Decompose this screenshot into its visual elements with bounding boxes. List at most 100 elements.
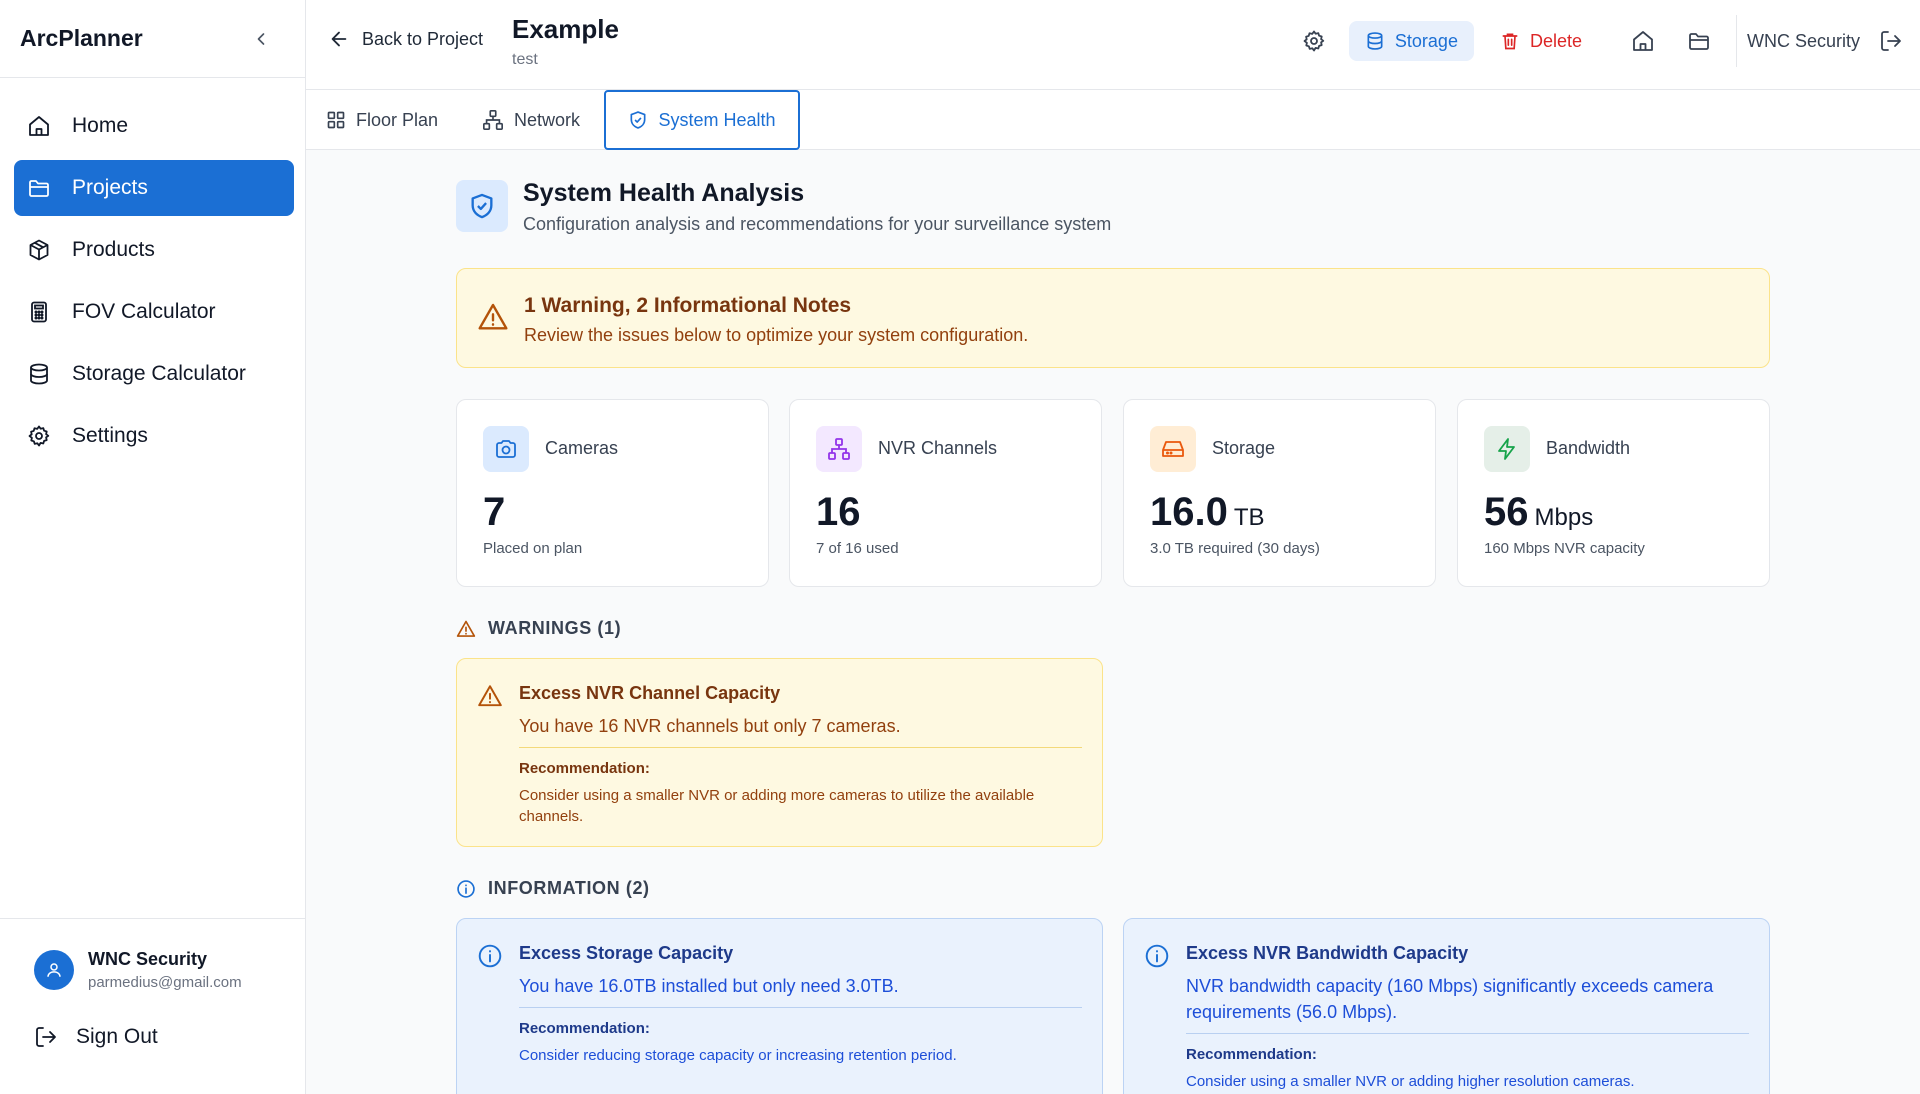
card-value: 7 bbox=[483, 490, 506, 534]
sidebar-item-home[interactable]: Home bbox=[14, 98, 294, 154]
tab-network[interactable]: Network bbox=[482, 90, 580, 150]
stat-cards: Cameras 7 Placed on plan NVR Channels 16… bbox=[456, 399, 1770, 587]
card-subtext: 160 Mbps NVR capacity bbox=[1484, 540, 1645, 557]
grid-icon bbox=[326, 110, 346, 130]
warning-triangle-icon bbox=[456, 619, 476, 639]
sidebar-item-label: Home bbox=[72, 114, 129, 137]
tab-system-health[interactable]: System Health bbox=[604, 90, 800, 150]
stat-card-bandwidth: Bandwidth 56 Mbps 160 Mbps NVR capacity bbox=[1457, 399, 1770, 587]
card-unit: Mbps bbox=[1534, 504, 1594, 531]
health-summary-banner: 1 Warning, 2 Informational Notes Review … bbox=[456, 268, 1770, 368]
avatar bbox=[34, 950, 74, 990]
summary-title: 1 Warning, 2 Informational Notes bbox=[524, 294, 852, 317]
issue-title: Excess NVR Channel Capacity bbox=[519, 683, 781, 703]
info-icon bbox=[456, 879, 476, 899]
info-card: Excess NVR Bandwidth Capacity NVR bandwi… bbox=[1123, 918, 1770, 1094]
settings-button[interactable] bbox=[1293, 20, 1335, 62]
card-value: 56 Mbps bbox=[1484, 490, 1594, 534]
recommendation-label: Recommendation: bbox=[519, 760, 650, 777]
sidebar-item-label: Storage Calculator bbox=[72, 362, 246, 385]
tab-floor-plan[interactable]: Floor Plan bbox=[326, 90, 438, 150]
recommendation-text: Consider using a smaller NVR or adding m… bbox=[519, 787, 1035, 825]
arrow-left-icon bbox=[328, 28, 350, 50]
home-button[interactable] bbox=[1622, 20, 1664, 62]
sign-out-button[interactable]: Sign Out bbox=[0, 991, 305, 1049]
storage-label: Storage bbox=[1394, 30, 1458, 51]
info-card: Excess Storage Capacity You have 16.0TB … bbox=[456, 918, 1103, 1094]
user-profile[interactable]: WNC Security parmedius@gmail.com bbox=[0, 919, 305, 991]
card-subtext: 3.0 TB required (30 days) bbox=[1150, 540, 1320, 557]
logout-button[interactable] bbox=[1870, 20, 1912, 62]
gear-icon bbox=[26, 423, 52, 449]
projects-button[interactable] bbox=[1678, 20, 1720, 62]
folder-icon bbox=[26, 175, 52, 201]
issue-description: NVR bandwidth capacity (160 Mbps) signif… bbox=[1186, 976, 1714, 1022]
gear-icon bbox=[1302, 29, 1326, 53]
header-actions: Storage Delete WNC Security bbox=[1293, 15, 1920, 67]
org-name: WNC Security bbox=[1746, 30, 1860, 51]
info-icon bbox=[1144, 943, 1170, 969]
network-icon bbox=[816, 426, 862, 472]
sidebar-item-settings[interactable]: Settings bbox=[14, 408, 294, 464]
back-to-project-button[interactable]: Back to Project bbox=[328, 28, 483, 50]
shield-check-icon bbox=[628, 110, 648, 130]
summary-subtitle: Review the issues below to optimize your… bbox=[524, 325, 1029, 345]
hard-drive-icon bbox=[1150, 426, 1196, 472]
log-out-icon bbox=[1879, 29, 1903, 53]
sidebar-item-storage-calculator[interactable]: Storage Calculator bbox=[14, 346, 294, 402]
stat-card-cameras: Cameras 7 Placed on plan bbox=[456, 399, 769, 587]
app-logo: ArcPlanner bbox=[20, 25, 143, 51]
sign-out-label: Sign Out bbox=[76, 1025, 158, 1048]
page-subtitle: Configuration analysis and recommendatio… bbox=[523, 214, 1112, 234]
tab-label: Floor Plan bbox=[356, 109, 439, 130]
divider bbox=[519, 747, 1082, 748]
sidebar-item-fov-calculator[interactable]: FOV Calculator bbox=[14, 284, 294, 340]
card-label: Cameras bbox=[545, 438, 619, 458]
sidebar-item-label: Products bbox=[72, 238, 155, 261]
card-value: 16 bbox=[816, 490, 861, 534]
warning-card: Excess NVR Channel Capacity You have 16 … bbox=[456, 658, 1103, 847]
lightning-icon bbox=[1484, 426, 1530, 472]
tab-label: Network bbox=[514, 109, 581, 130]
sign-out-icon bbox=[34, 1025, 58, 1049]
delete-button[interactable]: Delete bbox=[1484, 21, 1598, 61]
recommendation-text: Consider using a smaller NVR or adding h… bbox=[1186, 1073, 1635, 1090]
project-title: Example bbox=[512, 14, 619, 44]
header-divider bbox=[1735, 15, 1737, 67]
tab-label: System Health bbox=[658, 109, 776, 130]
info-icon bbox=[477, 943, 503, 969]
recommendation-label: Recommendation: bbox=[1186, 1046, 1317, 1063]
warning-triangle-icon bbox=[477, 683, 503, 709]
warnings-section-header: WARNINGS (1) bbox=[456, 618, 621, 639]
card-unit: TB bbox=[1233, 504, 1265, 531]
database-icon bbox=[1365, 31, 1385, 51]
calculator-icon bbox=[26, 299, 52, 325]
card-label: Bandwidth bbox=[1546, 438, 1631, 458]
camera-icon bbox=[483, 426, 529, 472]
home-icon bbox=[1631, 29, 1655, 53]
card-label: NVR Channels bbox=[878, 438, 998, 458]
delete-label: Delete bbox=[1529, 30, 1582, 51]
database-icon bbox=[26, 361, 52, 387]
shield-check-icon bbox=[456, 180, 508, 232]
divider bbox=[1186, 1033, 1749, 1034]
issue-description: You have 16 NVR channels but only 7 came… bbox=[519, 716, 901, 736]
sidebar-item-projects[interactable]: Projects bbox=[14, 160, 294, 216]
sidebar: ArcPlanner Home Projects Products FOV Ca… bbox=[0, 0, 306, 1094]
sidebar-item-products[interactable]: Products bbox=[14, 222, 294, 278]
project-subtitle: test bbox=[512, 51, 538, 68]
sidebar-footer: WNC Security parmedius@gmail.com Sign Ou… bbox=[0, 918, 305, 1094]
page-title: System Health Analysis bbox=[523, 179, 805, 207]
user-icon bbox=[47, 963, 61, 977]
chevron-left-icon[interactable] bbox=[247, 25, 275, 53]
stat-card-nvr-channels: NVR Channels 16 7 of 16 used bbox=[789, 399, 1102, 587]
sidebar-nav: Home Projects Products FOV Calculator St… bbox=[0, 78, 305, 464]
recommendation-text: Consider reducing storage capacity or in… bbox=[519, 1047, 957, 1064]
back-label: Back to Project bbox=[362, 28, 484, 49]
project-tabs: Floor Plan Network System Health bbox=[306, 90, 1920, 150]
storage-button[interactable]: Storage bbox=[1348, 21, 1474, 61]
card-value: 16.0 TB bbox=[1150, 490, 1265, 534]
top-header: Back to Project Example test Storage Del… bbox=[306, 0, 1920, 90]
card-subtext: 7 of 16 used bbox=[816, 540, 899, 557]
trash-icon bbox=[1500, 31, 1520, 51]
